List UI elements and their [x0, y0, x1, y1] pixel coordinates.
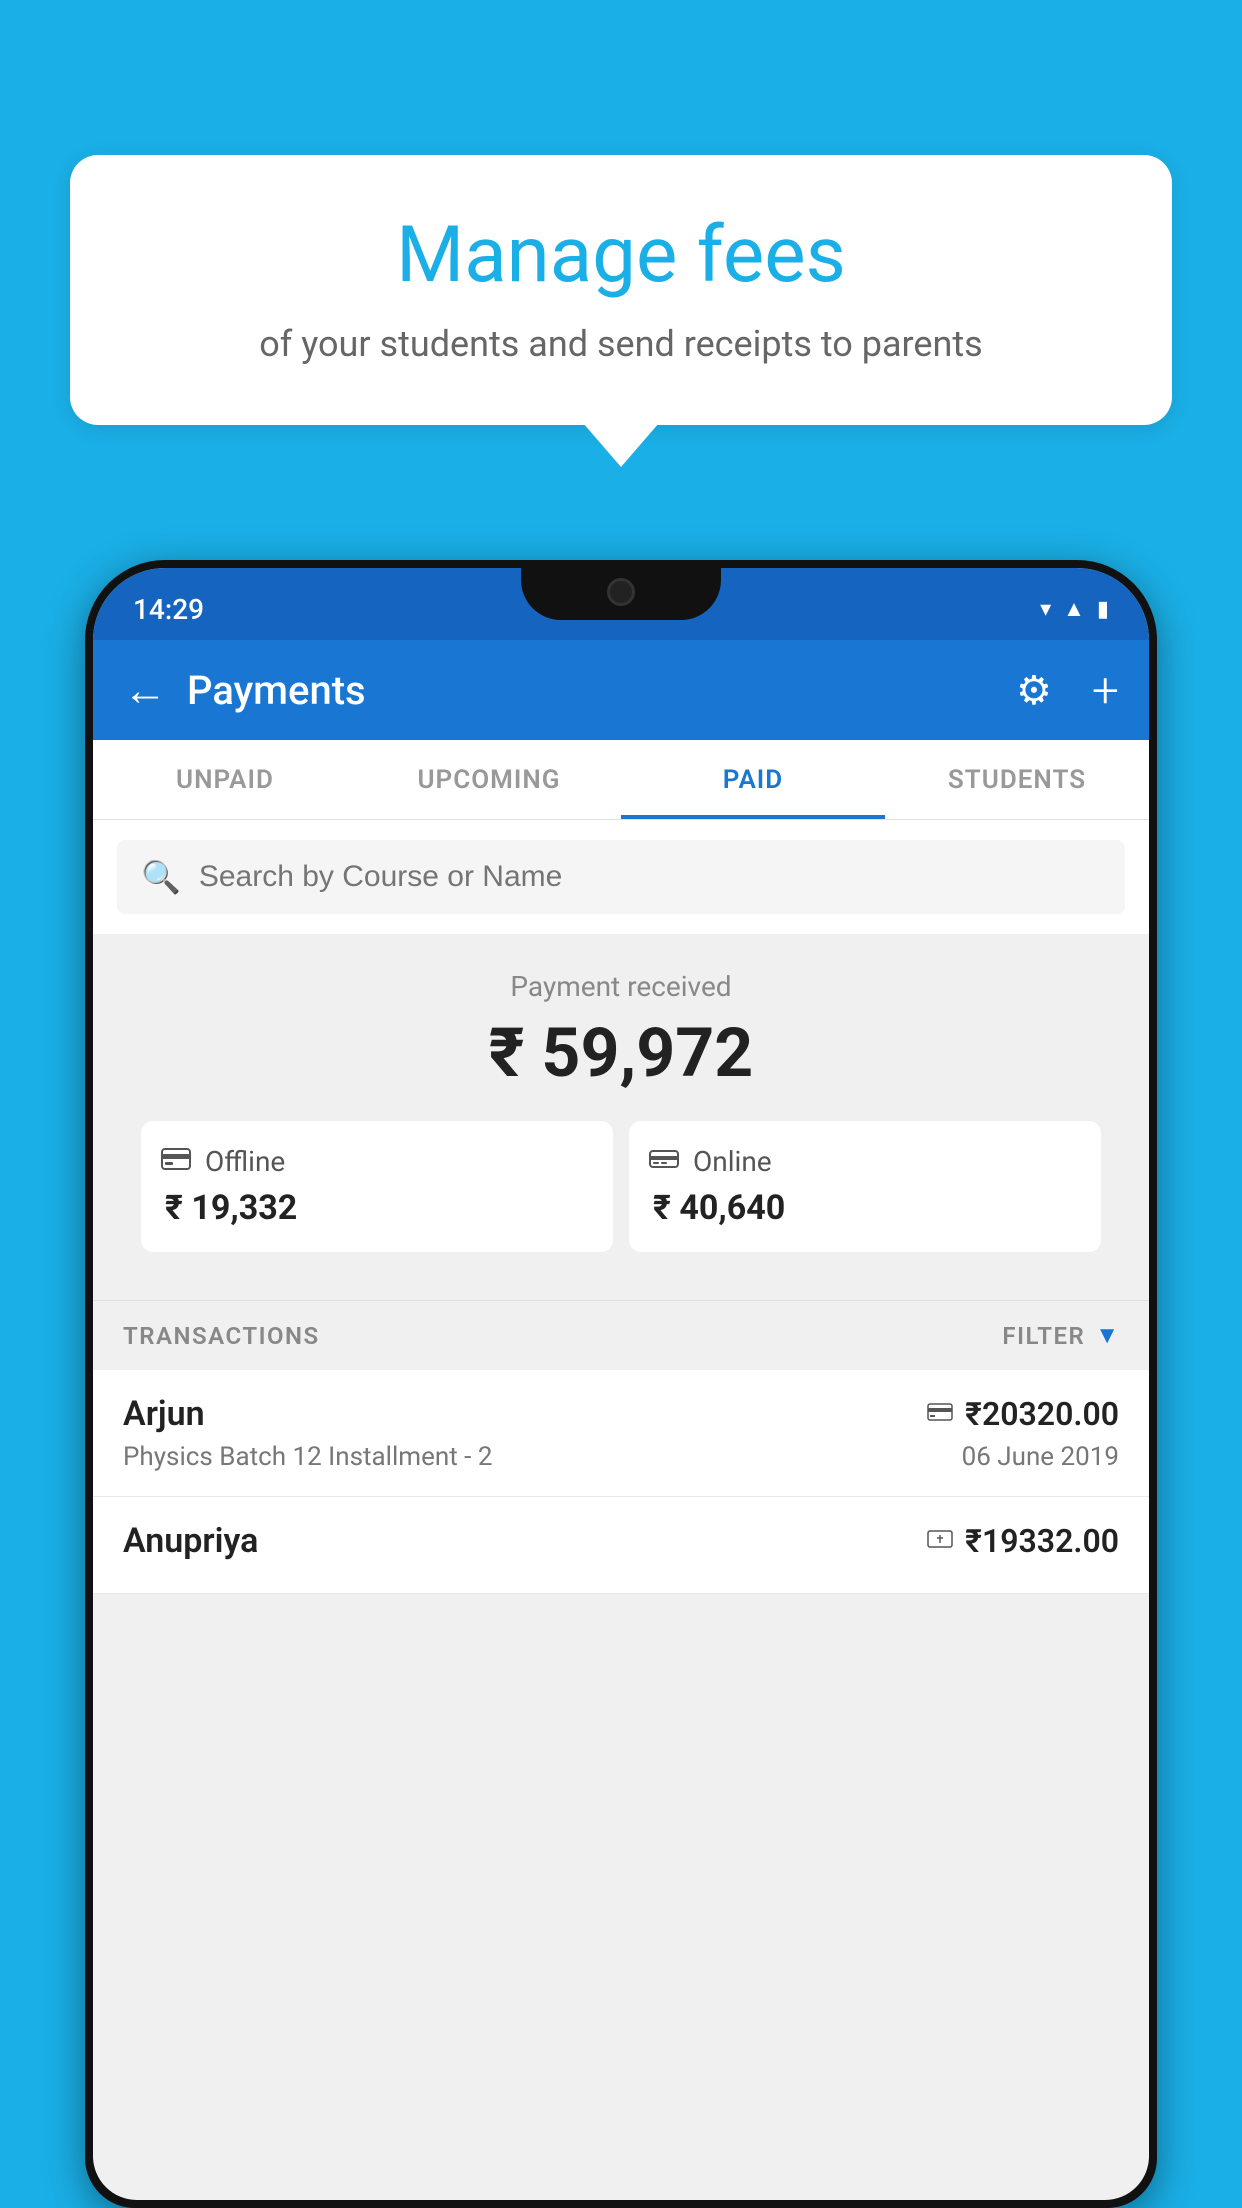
offline-payment-icon [927, 1526, 953, 1556]
phone-screen: 14:29 ▾ ▲ ▮ ← Payments ⚙ + UNPAID [93, 568, 1149, 2200]
app-header: ← Payments ⚙ + [93, 640, 1149, 740]
filter-label: FILTER [1002, 1322, 1085, 1350]
transaction-date: 06 June 2019 [962, 1442, 1119, 1472]
signal-icon: ▲ [1063, 596, 1085, 622]
settings-button[interactable]: ⚙ [1016, 667, 1052, 714]
phone-notch [521, 560, 721, 620]
offline-icon [161, 1145, 191, 1178]
battery-icon: ▮ [1097, 597, 1109, 622]
bubble-title: Manage fees [130, 210, 1112, 301]
search-icon: 🔍 [141, 858, 181, 896]
status-icons: ▾ ▲ ▮ [1040, 596, 1109, 622]
filter-button[interactable]: FILTER ▼ [1002, 1321, 1119, 1350]
tab-bar: UNPAID UPCOMING PAID STUDENTS [93, 740, 1149, 820]
transaction-top-row: Arjun ₹20320.00 [123, 1394, 1119, 1434]
tab-paid-label: PAID [723, 765, 783, 795]
payment-cards-row: Offline ₹ 19,332 [117, 1121, 1125, 1252]
transaction-amount: ₹19332.00 [965, 1522, 1119, 1560]
offline-card-header: Offline [161, 1145, 285, 1178]
back-arrow-icon: ← [123, 664, 167, 716]
tab-paid[interactable]: PAID [621, 740, 885, 819]
transaction-amount-container: ₹19332.00 [927, 1522, 1119, 1560]
table-row[interactable]: Anupriya ₹19332.00 [93, 1497, 1149, 1594]
header-title: Payments [187, 667, 996, 714]
bubble-subtitle: of your students and send receipts to pa… [130, 323, 1112, 365]
speech-bubble-card: Manage fees of your students and send re… [70, 155, 1172, 425]
add-button[interactable]: + [1092, 662, 1119, 719]
back-button[interactable]: ← [123, 664, 167, 716]
phone-frame: 14:29 ▾ ▲ ▮ ← Payments ⚙ + UNPAID [85, 560, 1157, 2208]
payment-received-label: Payment received [117, 970, 1125, 1003]
phone-camera [607, 578, 635, 606]
transaction-bottom-row: Physics Batch 12 Installment - 2 06 June… [123, 1442, 1119, 1472]
transaction-top-row: Anupriya ₹19332.00 [123, 1521, 1119, 1561]
table-row[interactable]: Arjun ₹20320.00 Physics Batch 1 [93, 1370, 1149, 1497]
online-card-amount: ₹ 40,640 [649, 1188, 785, 1228]
search-input[interactable] [199, 860, 1101, 894]
offline-card-amount: ₹ 19,332 [161, 1188, 297, 1228]
search-container: 🔍 [93, 820, 1149, 934]
online-icon [649, 1145, 679, 1178]
payment-received-section: Payment received ₹ 59,972 Offline [93, 934, 1149, 1280]
plus-icon: + [1092, 662, 1119, 719]
tab-students-label: STUDENTS [948, 765, 1086, 795]
transaction-name: Arjun [123, 1394, 205, 1434]
payment-received-amount: ₹ 59,972 [117, 1013, 1125, 1093]
transaction-amount-container: ₹20320.00 [927, 1395, 1119, 1433]
transaction-amount: ₹20320.00 [965, 1395, 1119, 1433]
tab-unpaid-label: UNPAID [176, 765, 274, 795]
transactions-header: TRANSACTIONS FILTER ▼ [93, 1300, 1149, 1370]
tab-students[interactable]: STUDENTS [885, 740, 1149, 819]
tab-upcoming-label: UPCOMING [417, 765, 560, 795]
card-payment-icon [927, 1399, 953, 1429]
offline-card-label: Offline [205, 1145, 285, 1178]
transactions-label: TRANSACTIONS [123, 1322, 320, 1350]
transactions-list: Arjun ₹20320.00 Physics Batch 1 [93, 1370, 1149, 1594]
search-bar[interactable]: 🔍 [117, 840, 1125, 914]
filter-icon: ▼ [1095, 1321, 1119, 1350]
tab-unpaid[interactable]: UNPAID [93, 740, 357, 819]
online-card-header: Online [649, 1145, 772, 1178]
transaction-name: Anupriya [123, 1521, 258, 1561]
tab-upcoming[interactable]: UPCOMING [357, 740, 621, 819]
status-time: 14:29 [133, 593, 204, 626]
gear-icon: ⚙ [1016, 667, 1052, 714]
online-card-label: Online [693, 1145, 772, 1178]
online-payment-card: Online ₹ 40,640 [629, 1121, 1101, 1252]
transaction-course: Physics Batch 12 Installment - 2 [123, 1442, 492, 1472]
wifi-icon: ▾ [1040, 597, 1051, 622]
offline-payment-card: Offline ₹ 19,332 [141, 1121, 613, 1252]
